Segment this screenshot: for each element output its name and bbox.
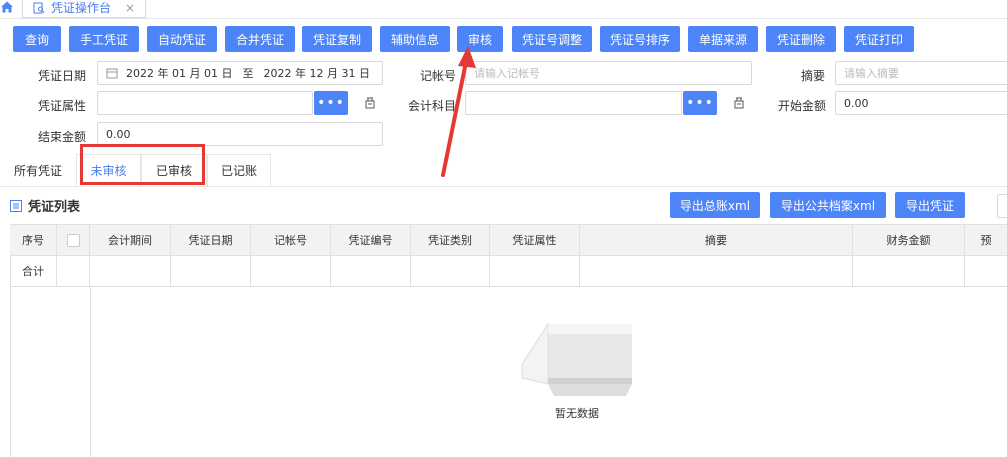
summary-input[interactable]: 请输入摘要 — [835, 61, 1007, 85]
end-amount-input[interactable]: 0.00 — [97, 122, 383, 146]
date-end: 2022 年 12 月 31 日 — [263, 67, 370, 80]
total-cell — [853, 255, 965, 286]
account-subject-input[interactable] — [465, 91, 682, 115]
total-cell — [171, 255, 251, 286]
close-icon[interactable]: × — [125, 1, 135, 15]
account-subject-select-button[interactable]: ••• — [683, 91, 717, 115]
col-account-no: 记帐号 — [251, 225, 331, 255]
adjust-voucher-no-button[interactable]: 凭证号调整 — [512, 26, 592, 52]
voucher-attr-label: 凭证属性 — [37, 99, 86, 113]
total-cell — [57, 255, 90, 286]
total-cell — [411, 255, 490, 286]
total-label: 合计 — [10, 255, 57, 286]
voucher-list-title: 凭证列表 — [28, 200, 81, 215]
tab-unaudited[interactable]: 未审核 — [76, 154, 141, 186]
col-voucher-number: 凭证编号 — [331, 225, 411, 255]
tab-posted[interactable]: 已记账 — [207, 154, 271, 186]
summary-label: 摘要 — [800, 69, 825, 83]
total-cell — [331, 255, 411, 286]
document-search-icon — [33, 2, 45, 13]
list-icon — [10, 199, 22, 212]
tab-title: 凭证操作台 — [51, 1, 112, 15]
auxiliary-info-button[interactable]: 辅助信息 — [380, 26, 450, 52]
calendar-icon — [106, 68, 118, 79]
table-border — [10, 254, 11, 457]
col-voucher-attr: 凭证属性 — [490, 225, 580, 255]
end-amount-value: 0.00 — [106, 127, 131, 141]
total-cell — [251, 255, 331, 286]
print-voucher-button[interactable]: 凭证打印 — [844, 26, 914, 52]
tab-all-vouchers[interactable]: 所有凭证 — [0, 154, 76, 186]
col-select-all[interactable] — [57, 225, 90, 255]
voucher-list-header: 凭证列表 — [10, 196, 80, 215]
document-source-button[interactable]: 单据来源 — [688, 26, 758, 52]
tab-audited[interactable]: 已审核 — [141, 154, 207, 186]
merge-voucher-button[interactable]: 合并凭证 — [225, 26, 295, 52]
start-amount-input[interactable]: 0.00 — [835, 91, 1007, 115]
export-voucher-button[interactable]: 导出凭证 — [895, 192, 965, 218]
col-accounting-period: 会计期间 — [90, 225, 171, 255]
status-tabs: 所有凭证 未审核 已审核 已记账 — [0, 154, 1007, 187]
voucher-attr-input[interactable] — [97, 91, 313, 115]
col-voucher-date: 凭证日期 — [171, 225, 251, 255]
date-start: 2022 年 01 月 01 日 — [126, 67, 233, 80]
query-button[interactable]: 查询 — [13, 26, 61, 52]
date-to-label: 至 — [242, 67, 254, 80]
start-amount-label: 开始金额 — [777, 99, 826, 113]
clear-icon[interactable] — [732, 96, 746, 110]
col-voucher-category: 凭证类别 — [411, 225, 490, 255]
account-subject-label: 会计科目 — [407, 99, 456, 113]
account-no-label: 记帐号 — [419, 69, 456, 83]
more-button[interactable] — [997, 194, 1007, 218]
col-financial-amount: 财务金额 — [853, 225, 965, 255]
select-all-checkbox[interactable] — [66, 233, 80, 247]
clear-icon[interactable] — [363, 96, 377, 110]
summary-placeholder: 请输入摘要 — [844, 67, 899, 80]
auto-voucher-button[interactable]: 自动凭证 — [147, 26, 217, 52]
account-no-placeholder: 请输入记帐号 — [474, 67, 540, 80]
total-cell — [90, 255, 171, 286]
audit-button[interactable]: 审核 — [457, 26, 503, 52]
voucher-attr-select-button[interactable]: ••• — [314, 91, 348, 115]
account-no-input[interactable]: 请输入记帐号 — [465, 61, 752, 85]
col-summary: 摘要 — [580, 225, 853, 255]
export-ledger-xml-button[interactable]: 导出总账xml — [670, 192, 760, 218]
total-cell — [965, 255, 1007, 286]
tab-voucher-console[interactable]: 凭证操作台 × — [22, 0, 147, 18]
table-border — [90, 286, 91, 457]
voucher-table-header: 序号 会计期间 凭证日期 记帐号 凭证编号 凭证类别 凭证属性 摘要 财务金额 … — [10, 224, 1007, 256]
sort-voucher-no-button[interactable]: 凭证号排序 — [600, 26, 680, 52]
delete-voucher-button[interactable]: 凭证删除 — [766, 26, 836, 52]
manual-voucher-button[interactable]: 手工凭证 — [69, 26, 139, 52]
end-amount-label: 结束金额 — [37, 130, 86, 144]
col-index: 序号 — [10, 225, 57, 255]
empty-state-text: 暂无数据 — [555, 407, 599, 420]
copy-voucher-button[interactable]: 凭证复制 — [302, 26, 372, 52]
voucher-date-label: 凭证日期 — [37, 69, 86, 83]
export-archive-xml-button[interactable]: 导出公共档案xml — [770, 192, 886, 218]
start-amount-value: 0.00 — [844, 96, 869, 110]
col-more: 预 — [980, 234, 992, 247]
voucher-date-range[interactable]: 2022 年 01 月 01 日 至 2022 年 12 月 31 日 — [97, 61, 383, 85]
total-cell — [580, 255, 853, 286]
total-cell — [490, 255, 580, 286]
empty-box-icon — [521, 322, 632, 396]
home-icon[interactable] — [0, 0, 14, 14]
top-tab-bar: 凭证操作台 × — [0, 0, 1007, 19]
table-row-total: 合计 — [10, 255, 1007, 287]
